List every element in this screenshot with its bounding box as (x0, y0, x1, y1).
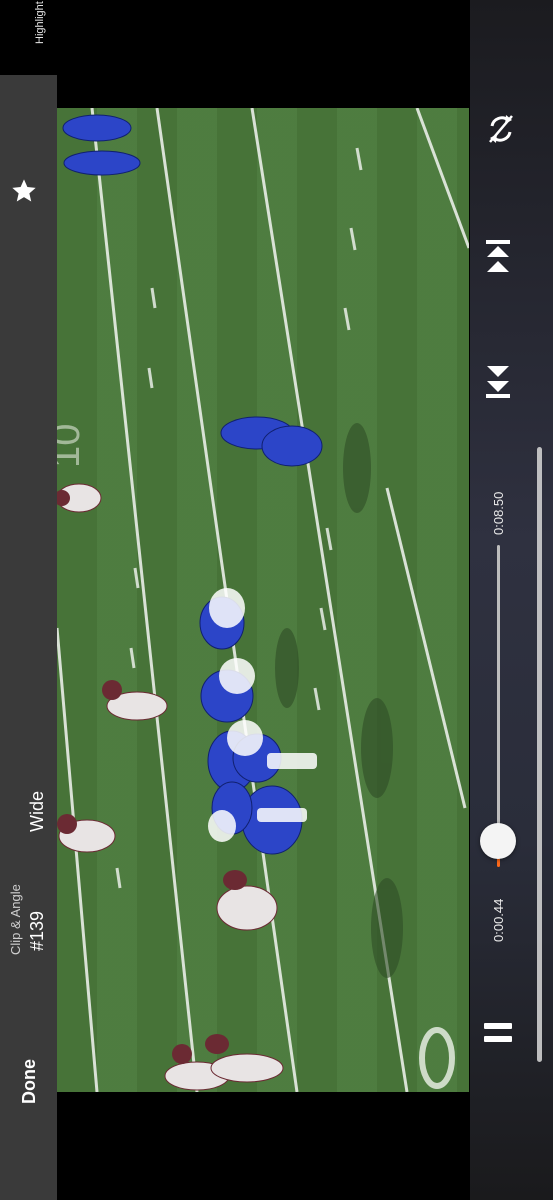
video-frame[interactable]: 10 (57, 108, 469, 1092)
current-time-label: 0:00.44 (491, 898, 506, 942)
clip-info-panel (0, 75, 57, 1200)
bottom-letterbox (0, 1094, 470, 1200)
svg-text:10: 10 (57, 424, 88, 469)
end-time-label: 0:08.50 (491, 491, 506, 535)
done-button[interactable]: Done (19, 1059, 40, 1104)
star-icon (12, 179, 36, 202)
pause-icon[interactable] (484, 1021, 512, 1045)
football-field-scene: 10 (57, 108, 469, 1092)
scrubber-thumb[interactable] (480, 823, 516, 859)
skip-to-start-icon[interactable] (484, 362, 512, 400)
highlight-button[interactable] (4, 175, 56, 230)
vertical-scrollbar[interactable] (537, 447, 542, 1062)
clip-angle-label: Clip & Angle (8, 884, 23, 955)
rotate-icon[interactable] (486, 112, 516, 146)
highlight-label: Highlight (34, 1, 46, 44)
skip-to-end-icon[interactable] (484, 238, 512, 276)
scrubber-track[interactable] (497, 545, 500, 855)
top-letterbox (0, 0, 470, 75)
angle-selector[interactable]: Wide (27, 791, 48, 832)
clip-number[interactable]: #139 (27, 911, 48, 951)
